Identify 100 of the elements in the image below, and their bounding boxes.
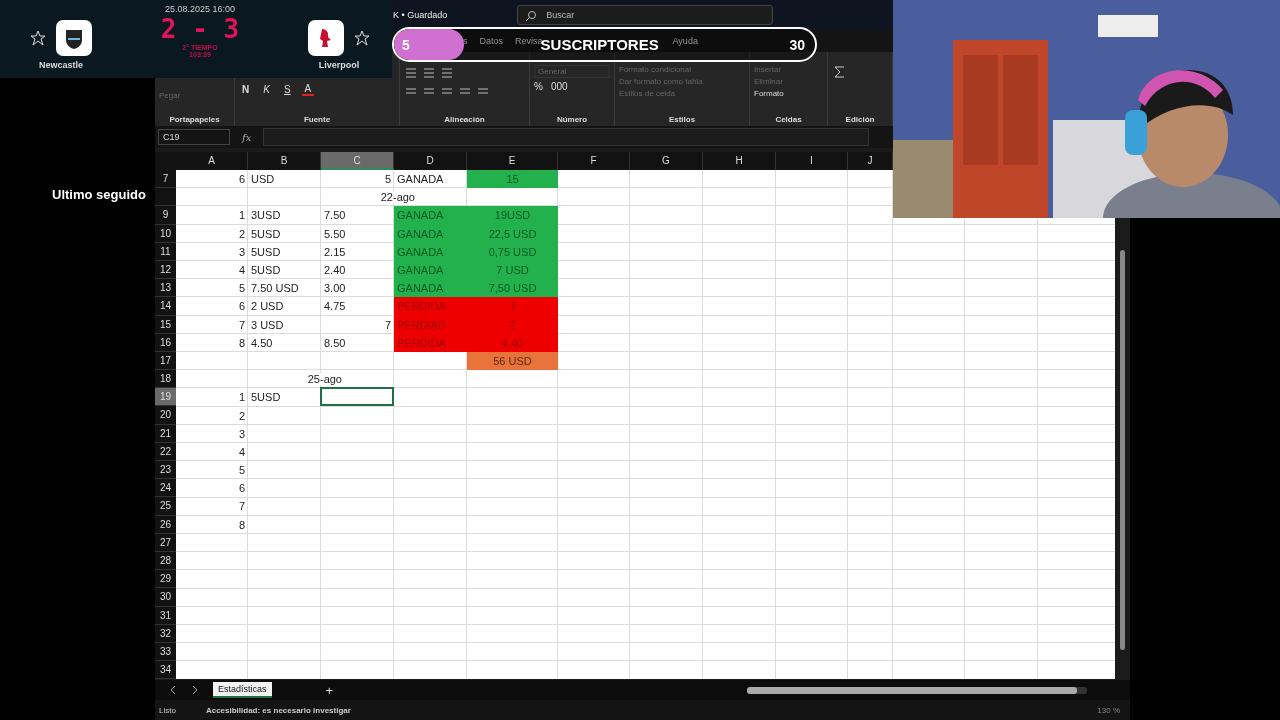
cell-text: 7 USD [495,264,530,277]
group-label: Estilos [667,115,697,124]
ribbon-tab[interactable]: Ayuda [672,36,698,46]
cell-text: 5USD [250,391,282,404]
horizontal-scrollbar[interactable] [747,686,1088,694]
row-header[interactable]: 13 [155,279,176,298]
search-field[interactable]: Buscar [517,5,774,25]
cell-text: 4 [237,445,246,458]
star-icon[interactable] [30,30,46,46]
zoom-level[interactable]: 130 % [1097,705,1120,715]
row-header[interactable]: 30 [155,588,176,607]
row-header[interactable]: 23 [155,461,176,480]
selected-cell[interactable] [320,387,394,407]
cell-text: 2 [237,227,246,240]
last-follower-label: Ultimo seguido [52,187,146,202]
cell-text: PERDIAD [396,318,447,331]
group-label: Celdas [774,115,803,124]
cell-text: 5USD [250,245,282,258]
cell-text: USD [250,173,276,186]
cell-text: 1 [508,300,517,313]
row-header[interactable]: 24 [155,479,176,498]
cell-text: PERDIDA [396,336,447,349]
underline-button[interactable]: S [280,84,294,95]
add-sheet-button[interactable]: + [325,682,334,698]
column-header[interactable]: C [321,152,394,170]
match-date: 25.08.2025 16:00 [164,4,236,14]
italic-button[interactable]: K [260,84,273,95]
cell-text: 7.50 [323,209,347,222]
cell-text: 3.00 [323,282,347,295]
ribbon-command[interactable]: Formato [754,89,823,98]
cell-text: 3 [237,245,246,258]
cell-text: 5 [237,282,246,295]
cell-text: 2 [508,318,517,331]
search-icon [525,10,538,22]
group-label: Fuente [302,115,332,124]
row-header[interactable]: 20 [155,406,176,425]
crest-icon [56,20,92,56]
cell-text: 7,50 USD [487,282,538,295]
cell-text: 7 [237,318,246,331]
ribbon-tab[interactable]: s [463,36,468,46]
cell-text: 5USD [250,264,282,277]
cell-text: 0,75 USD [487,245,538,258]
cell-text: 4.40 [500,336,525,349]
sheet-tab[interactable]: Estadísticas [213,682,272,698]
cell-text: 8 [237,518,246,531]
row-header[interactable]: 9 [155,206,176,225]
ribbon-tab[interactable]: Revisa [515,36,543,46]
status-text: Listo [159,705,176,715]
cell-text: 56 USD [492,354,533,367]
row-header[interactable]: 18 [155,370,176,389]
cell-text: GANADA [396,209,445,222]
row-header[interactable]: 29 [155,570,176,589]
cell-text: 5USD [250,227,282,240]
row-header[interactable]: 7 [155,170,176,189]
next-sheet-icon[interactable] [191,685,199,695]
accessibility-status[interactable]: Accesibilidad: es necesario investigar [205,705,351,715]
cell-text: 8.50 [323,336,347,349]
star-icon[interactable] [354,30,370,46]
group-label: Edición [844,115,876,124]
cell-text: GANADA [396,245,445,258]
cell-text: 7 [383,318,392,331]
format-button[interactable]: % [534,81,543,92]
cell-text: 3USD [250,209,282,222]
cell-text: 4.75 [323,300,347,313]
format-button[interactable]: 000 [550,81,568,92]
cell-text: 7.50 USD [250,282,300,295]
team-name: Liverpool [318,60,360,70]
group-label: Número [555,115,589,124]
cell-text: PERDIDA [396,300,447,313]
cell-text: 7 [237,500,246,513]
row-header[interactable]: 25 [155,497,176,516]
crest-icon [308,20,344,56]
formula-input[interactable] [263,128,870,146]
group-label: Alineación [443,115,486,124]
row-header[interactable]: 14 [155,297,176,316]
cell-text: 5 [237,464,246,477]
sum-icon[interactable] [832,65,846,79]
cell-text: GANADA [396,227,445,240]
cell-text: 22,5 USD [487,227,538,240]
previous-sheet-icon[interactable] [169,685,177,695]
row-header[interactable]: 19 [155,388,176,407]
goal-target: 30 [789,36,805,53]
cell-text: 1 [237,209,246,222]
cell-text: 1 [237,391,246,404]
insert-function-button[interactable]: fx [238,131,256,143]
bold-button[interactable]: N [239,84,253,95]
cell-text: 6 [237,482,246,495]
cell-text: 2.40 [323,264,347,277]
name-box[interactable]: C19 [158,129,230,145]
cell-text: 3 [237,427,246,440]
score: 2 - 3 [160,14,240,44]
font-color-button[interactable]: A [301,83,315,96]
cell-text: 2 [237,409,246,422]
ribbon-tab[interactable]: Datos [479,36,503,46]
group-label: Portapapeles [168,115,221,124]
cell-text: GANADA [396,282,445,295]
row-header[interactable]: 34 [155,661,176,680]
cell-text: 4 [237,264,246,277]
goal-current: 5 [402,36,410,53]
document-title[interactable]: K • Guardado [393,10,448,20]
